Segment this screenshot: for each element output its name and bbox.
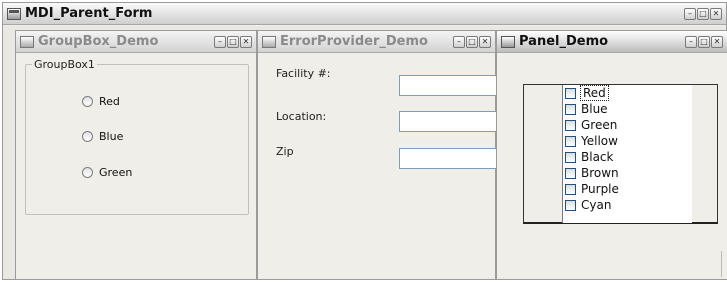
list-item-label: Green	[581, 118, 618, 132]
panel: Red Blue Green Yellow Black Brown Purple…	[523, 84, 718, 224]
location-input[interactable]	[399, 111, 499, 132]
panel-demo-window[interactable]: Panel_Demo – □ ✕ Red Blue Green Yellow B…	[496, 30, 727, 280]
list-item-label: Yellow	[581, 134, 618, 148]
minimize-button[interactable]: –	[684, 7, 696, 20]
list-item-label: Blue	[581, 102, 608, 116]
groupbox1: GroupBox1 Red Blue Green	[25, 58, 249, 215]
list-item-label: Purple	[581, 182, 619, 196]
radio-blue[interactable]: Blue	[82, 130, 123, 143]
close-button[interactable]: ✕	[479, 35, 491, 48]
maximize-button[interactable]: □	[466, 35, 478, 48]
minimize-button[interactable]: –	[685, 35, 697, 48]
list-item-label: Red	[580, 85, 609, 101]
list-item[interactable]: Black	[563, 149, 692, 165]
maximize-button[interactable]: □	[698, 35, 710, 48]
mdi-parent-window[interactable]: MDI_Parent_Form – □ ✕ GroupBox_Demo – □ …	[2, 2, 727, 280]
window-icon	[20, 35, 34, 48]
checkbox-icon[interactable]	[565, 103, 576, 115]
errorprovider-demo-title: ErrorProvider_Demo	[280, 34, 428, 49]
radio-circle-icon[interactable]	[82, 167, 93, 178]
checkbox-icon[interactable]	[565, 199, 576, 211]
list-item-label: Cyan	[581, 198, 612, 212]
minimize-button[interactable]: –	[214, 35, 226, 48]
maximize-button[interactable]: □	[227, 35, 239, 48]
checkbox-icon[interactable]	[565, 151, 576, 163]
errorprovider-demo-window[interactable]: ErrorProvider_Demo – □ ✕ Facility #: Loc…	[257, 30, 499, 280]
radio-label: Blue	[99, 130, 124, 143]
resize-grip[interactable]	[721, 251, 727, 277]
list-item-label: Brown	[581, 166, 619, 180]
minimize-button[interactable]: –	[453, 35, 465, 48]
panel-demo-titlebar[interactable]: Panel_Demo – □ ✕	[497, 31, 727, 53]
checkbox-icon[interactable]	[565, 167, 576, 179]
panel-demo-title: Panel_Demo	[519, 34, 609, 49]
radio-label: Green	[99, 166, 133, 179]
list-item[interactable]: Red	[563, 85, 692, 101]
parent-titlebar[interactable]: MDI_Parent_Form – □ ✕	[3, 3, 726, 25]
radio-label: Red	[99, 95, 120, 108]
list-item[interactable]: Purple	[563, 181, 692, 197]
radio-red[interactable]: Red	[82, 95, 120, 108]
checkbox-icon[interactable]	[565, 87, 576, 99]
window-icon	[7, 7, 21, 20]
window-icon	[501, 35, 515, 48]
maximize-button[interactable]: □	[697, 7, 709, 20]
checkbox-icon[interactable]	[565, 135, 576, 147]
radio-circle-icon[interactable]	[82, 131, 93, 142]
errorprovider-demo-titlebar[interactable]: ErrorProvider_Demo – □ ✕	[258, 31, 495, 53]
mdi-client-area: GroupBox_Demo – □ ✕ GroupBox1 Red Blue G…	[3, 26, 727, 280]
radio-circle-icon[interactable]	[82, 96, 93, 107]
list-item[interactable]: Green	[563, 117, 692, 133]
close-button[interactable]: ✕	[710, 7, 722, 20]
groupbox-demo-window[interactable]: GroupBox_Demo – □ ✕ GroupBox1 Red Blue G…	[15, 30, 257, 280]
zip-label: Zip	[276, 145, 294, 158]
checked-list-box[interactable]: Red Blue Green Yellow Black Brown Purple…	[562, 85, 692, 223]
facility-input[interactable]	[399, 75, 499, 96]
facility-label: Facility #:	[276, 67, 331, 80]
location-label: Location:	[276, 110, 327, 123]
checkbox-icon[interactable]	[565, 119, 576, 131]
list-item[interactable]: Yellow	[563, 133, 692, 149]
list-item-label: Black	[581, 150, 614, 164]
radio-green[interactable]: Green	[82, 166, 132, 179]
groupbox-label: GroupBox1	[32, 58, 97, 71]
groupbox-demo-titlebar[interactable]: GroupBox_Demo – □ ✕	[16, 31, 256, 53]
parent-title: MDI_Parent_Form	[25, 6, 153, 21]
close-button[interactable]: ✕	[240, 35, 252, 48]
list-item[interactable]: Brown	[563, 165, 692, 181]
list-item[interactable]: Blue	[563, 101, 692, 117]
checkbox-icon[interactable]	[565, 183, 576, 195]
groupbox-demo-title: GroupBox_Demo	[38, 34, 159, 49]
list-item[interactable]: Cyan	[563, 197, 692, 213]
window-icon	[262, 35, 276, 48]
zip-input[interactable]	[399, 148, 499, 169]
close-button[interactable]: ✕	[711, 35, 723, 48]
